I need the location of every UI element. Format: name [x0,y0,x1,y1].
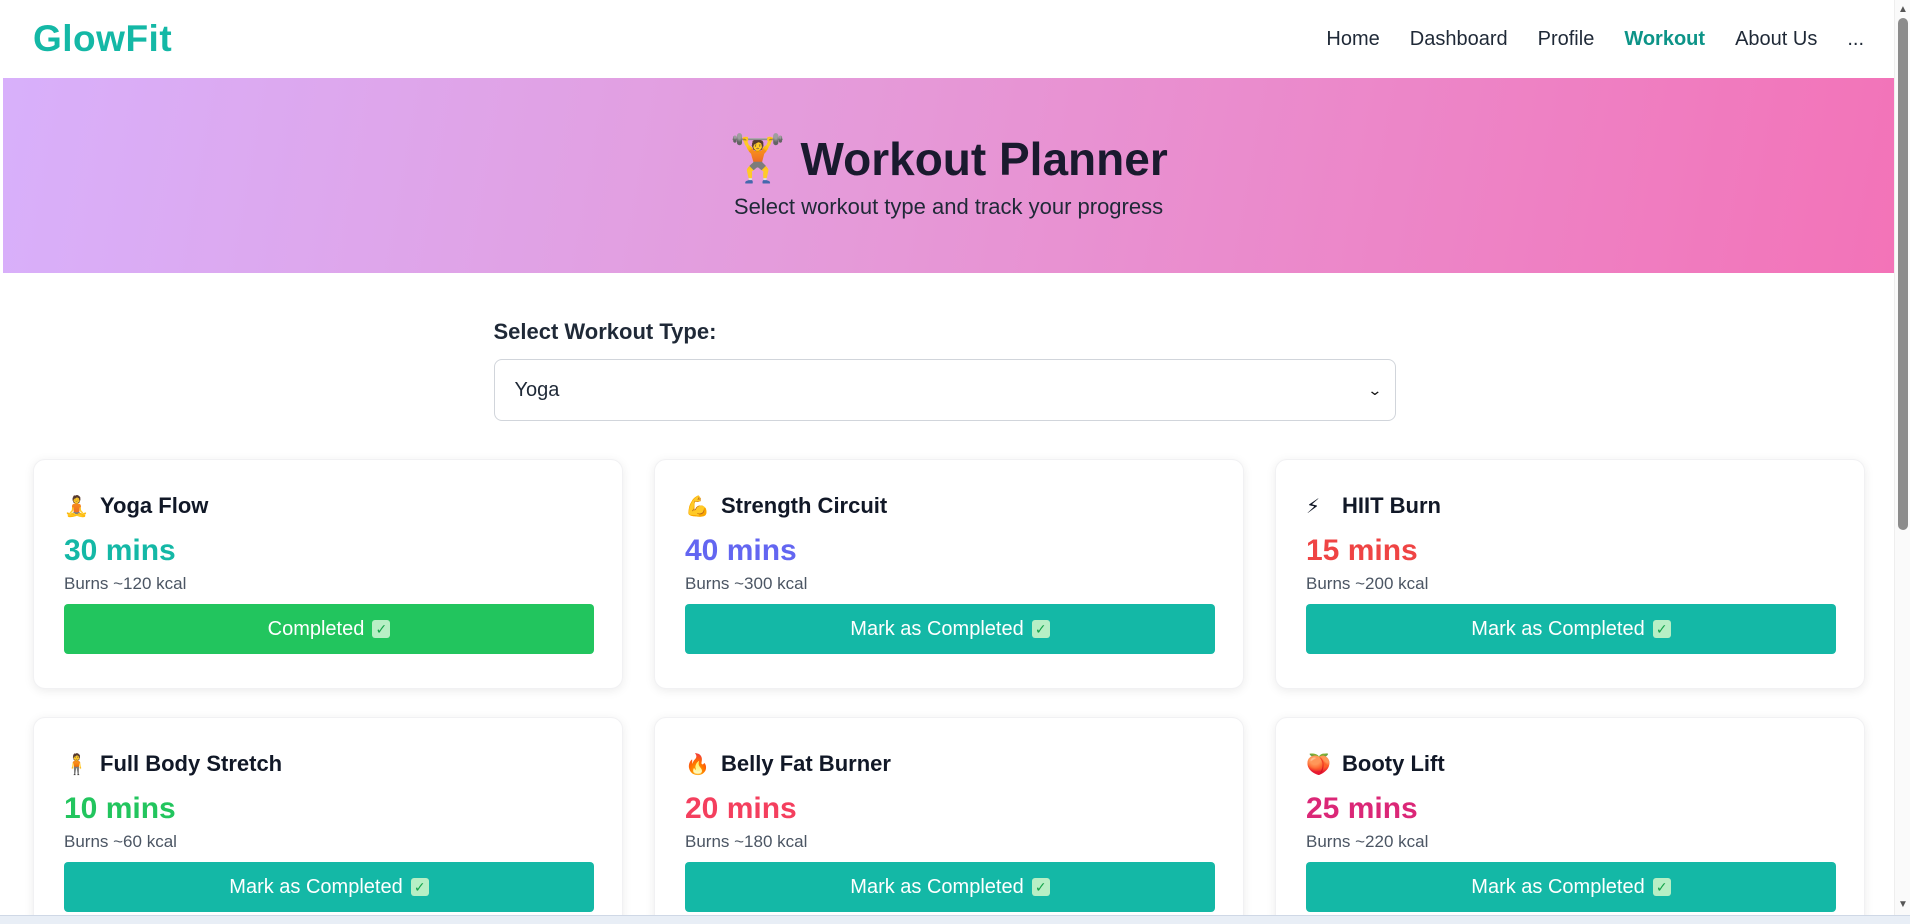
yoga-icon: 🧘 [64,495,89,518]
scrollbar-thumb[interactable] [1898,18,1908,530]
browser-viewport: GlowFit Home Dashboard Profile Workout A… [0,0,1910,924]
lightning-icon: ⚡ [1306,495,1321,518]
button-label: Mark as Completed [850,875,1024,898]
card-title-text: Strength Circuit [721,493,888,518]
mark-completed-button[interactable]: Mark as Completed ✓ [1306,862,1836,912]
vertical-scrollbar[interactable]: ▲ ▼ [1894,0,1910,915]
scroll-down-arrow-icon[interactable]: ▼ [1895,897,1910,913]
card-duration: 15 mins [1306,534,1418,567]
card-duration: 20 mins [685,792,797,825]
workout-type-select[interactable]: Yoga ⌄ [493,359,1396,421]
workout-type-selector: Select Workout Type: Yoga ⌄ [493,319,1400,421]
fire-icon: 🔥 [685,753,710,776]
nav-profile[interactable]: Profile [1538,28,1595,51]
mark-completed-button[interactable]: Mark as Completed ✓ [685,862,1215,912]
checkmark-icon: ✓ [1031,620,1050,638]
card-title-text: Full Body Stretch [100,751,283,776]
window-bottom-edge [0,915,1910,924]
checkmark-icon: ✓ [410,878,429,896]
card-duration: 25 mins [1306,792,1418,825]
hero-banner: 🏋️ Workout Planner Select workout type a… [3,78,1894,273]
nav-links: Home Dashboard Profile Workout About Us … [1326,28,1864,51]
workout-card: 🔥 Belly Fat Burner 20 mins Burns ~180 kc… [654,717,1244,915]
workout-card: 🍑 Booty Lift 25 mins Burns ~220 kcal Mar… [1275,717,1865,915]
card-calories: Burns ~300 kcal [685,574,808,593]
completed-button[interactable]: Completed ✓ [64,604,594,654]
nav-dashboard[interactable]: Dashboard [1410,28,1508,51]
standing-person-icon: 🧍 [64,753,89,776]
brand-logo[interactable]: GlowFit [33,18,172,60]
card-title: ⚡ HIIT Burn [1306,490,1834,522]
page-title-text: Workout Planner [800,132,1168,185]
card-title: 🍑 Booty Lift [1306,748,1834,780]
flexed-biceps-icon: 💪 [685,495,710,518]
card-title: 🧘 Yoga Flow [64,490,592,522]
card-title-text: HIIT Burn [1342,493,1441,518]
button-label: Mark as Completed [1471,875,1645,898]
card-title-text: Yoga Flow [100,493,209,518]
mark-completed-button[interactable]: Mark as Completed ✓ [1306,604,1836,654]
mark-completed-button[interactable]: Mark as Completed ✓ [685,604,1215,654]
workout-card: 💪 Strength Circuit 40 mins Burns ~300 kc… [654,459,1244,689]
mark-completed-button[interactable]: Mark as Completed ✓ [64,862,594,912]
page-subtitle: Select workout type and track your progr… [733,194,1164,219]
card-title: 🔥 Belly Fat Burner [685,748,1213,780]
workout-card: ⚡ HIIT Burn 15 mins Burns ~200 kcal Mark… [1275,459,1865,689]
workout-type-value: Yoga [514,378,560,401]
card-calories: Burns ~120 kcal [64,574,187,593]
workout-card: 🧍 Full Body Stretch 10 mins Burns ~60 kc… [33,717,623,915]
card-calories: Burns ~220 kcal [1306,832,1429,851]
card-duration: 30 mins [64,534,176,567]
card-calories: Burns ~180 kcal [685,832,808,851]
checkmark-icon: ✓ [1652,878,1671,896]
button-label: Mark as Completed [850,617,1024,640]
card-title: 💪 Strength Circuit [685,490,1213,522]
page-title: 🏋️ Workout Planner [729,131,1167,186]
navbar: GlowFit Home Dashboard Profile Workout A… [3,0,1894,78]
nav-workout[interactable]: Workout [1624,28,1705,51]
card-title-text: Belly Fat Burner [721,751,891,776]
checkmark-icon: ✓ [1652,620,1671,638]
card-calories: Burns ~60 kcal [64,832,177,851]
workout-type-label: Select Workout Type: [493,319,717,344]
chevron-down-icon: ⌄ [1367,381,1383,398]
page: GlowFit Home Dashboard Profile Workout A… [3,0,1894,915]
workout-card: 🧘 Yoga Flow 30 mins Burns ~120 kcal Comp… [33,459,623,689]
peach-icon: 🍑 [1306,753,1331,776]
card-calories: Burns ~200 kcal [1306,574,1429,593]
checkmark-icon: ✓ [1031,878,1050,896]
card-title-text: Booty Lift [1342,751,1445,776]
weightlifter-icon: 🏋️ [729,132,787,184]
button-label: Mark as Completed [229,875,403,898]
scroll-up-arrow-icon[interactable]: ▲ [1895,2,1910,18]
nav-about-us[interactable]: About Us [1735,28,1817,51]
card-duration: 10 mins [64,792,176,825]
nav-home[interactable]: Home [1326,28,1379,51]
checkmark-icon: ✓ [372,620,391,638]
button-label: Completed [267,617,365,640]
workout-cards: 🧘 Yoga Flow 30 mins Burns ~120 kcal Comp… [33,459,1866,915]
nav-more[interactable]: ... [1847,28,1864,51]
card-duration: 40 mins [685,534,797,567]
button-label: Mark as Completed [1471,617,1645,640]
card-title: 🧍 Full Body Stretch [64,748,592,780]
